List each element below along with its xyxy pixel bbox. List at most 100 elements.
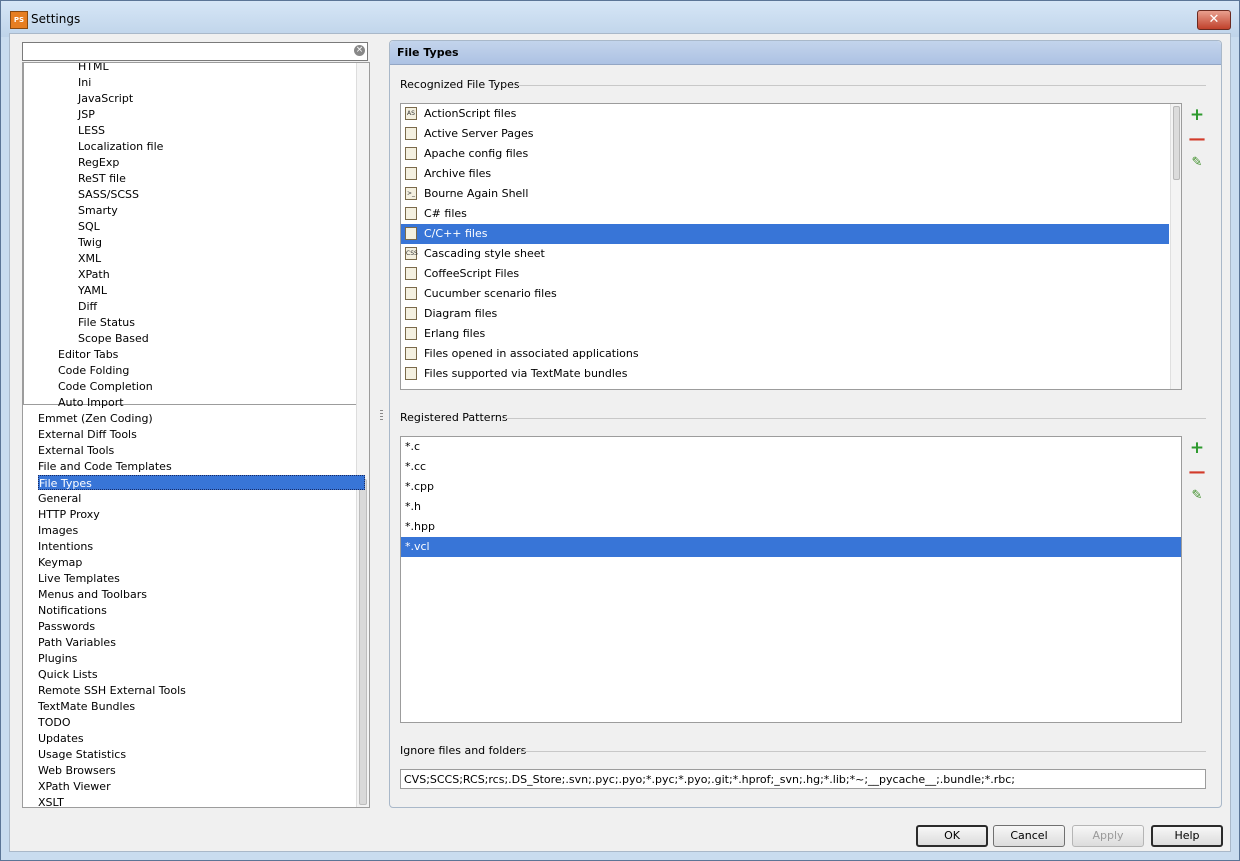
tree-item[interactable]: XSLT — [38, 795, 64, 807]
settings-tree[interactable]: HTML Ini JavaScript JSP LESS Localization fil… — [22, 62, 370, 808]
help-button[interactable]: Help — [1151, 825, 1223, 847]
diagram-icon — [405, 307, 417, 320]
tree-item[interactable]: YAML — [78, 283, 107, 298]
coffeescript-icon — [405, 267, 417, 280]
pattern-row[interactable]: *.h — [401, 497, 1181, 517]
edit-pattern-button[interactable]: ✎ — [1184, 486, 1210, 506]
tree-item[interactable]: Twig — [78, 235, 102, 250]
file-type-row-selected[interactable]: C/C++ files — [401, 224, 1169, 244]
file-type-row[interactable]: >_ Bourne Again Shell — [401, 184, 1169, 204]
tree-item[interactable]: Auto Import — [58, 395, 124, 410]
file-types-scrollbar[interactable] — [1170, 104, 1181, 389]
tree-item[interactable]: File Status — [78, 315, 135, 330]
tree-item[interactable]: Remote SSH External Tools — [38, 683, 186, 698]
tree-item[interactable]: HTML — [78, 63, 109, 74]
tree-item[interactable]: Menus and Toolbars — [38, 587, 147, 602]
file-type-row[interactable]: CSS Cascading style sheet — [401, 244, 1169, 264]
ok-button[interactable]: OK — [916, 825, 988, 847]
pattern-row[interactable]: *.hpp — [401, 517, 1181, 537]
dialog-body: × HTML Ini JavaScript JSP LESS Localization f… — [9, 33, 1231, 852]
tree-item[interactable]: Path Variables — [38, 635, 116, 650]
tree-item[interactable]: General — [38, 491, 81, 506]
tree-item[interactable]: Images — [38, 523, 78, 538]
tree-item[interactable]: TextMate Bundles — [38, 699, 135, 714]
remove-pattern-button[interactable]: — — [1184, 462, 1210, 482]
title-bar[interactable]: PS Settings ✕ — [1, 1, 1239, 37]
edit-file-type-button[interactable]: ✎ — [1184, 153, 1210, 173]
clear-search-icon[interactable]: × — [354, 45, 365, 56]
ignore-files-input[interactable]: CVS;SCCS;RCS;rcs;.DS_Store;.svn;.pyc;.py… — [400, 769, 1206, 789]
file-type-row[interactable]: Files opened in associated applications — [401, 344, 1169, 364]
file-type-row[interactable]: AS ActionScript files — [401, 104, 1169, 124]
file-type-row[interactable]: C# files — [401, 204, 1169, 224]
tree-item[interactable]: External Tools — [38, 443, 114, 458]
tree-item[interactable]: Code Folding — [58, 363, 129, 378]
tree-item[interactable]: Updates — [38, 731, 84, 746]
file-types-scrollbar-thumb[interactable] — [1173, 106, 1180, 180]
tree-item[interactable]: JSP — [78, 107, 95, 122]
tree-item[interactable]: Emmet (Zen Coding) — [38, 411, 153, 426]
recognized-file-types-label: Recognized File Types — [400, 78, 520, 91]
file-type-row[interactable]: Active Server Pages — [401, 124, 1169, 144]
close-button[interactable]: ✕ — [1197, 10, 1231, 30]
file-type-row[interactable]: Files supported via TextMate bundles — [401, 364, 1169, 384]
tree-item[interactable]: SQL — [78, 219, 100, 234]
tree-item[interactable]: Passwords — [38, 619, 95, 634]
pattern-row[interactable]: *.cc — [401, 457, 1181, 477]
tree-item[interactable]: JavaScript — [78, 91, 133, 106]
search-input[interactable]: × — [22, 42, 368, 61]
pattern-row-selected[interactable]: *.vcl — [401, 537, 1181, 557]
tree-item[interactable]: LESS — [78, 123, 105, 138]
tree-item[interactable]: TODO — [38, 715, 71, 730]
tree-item[interactable]: Plugins — [38, 651, 77, 666]
tree-item[interactable]: Localization file — [78, 139, 163, 154]
tree-item[interactable]: Diff — [78, 299, 97, 314]
file-type-row[interactable]: Archive files — [401, 164, 1169, 184]
tree-item[interactable]: Code Completion — [58, 379, 153, 394]
add-pattern-button[interactable]: + — [1184, 438, 1210, 458]
tree-item[interactable]: SASS/SCSS — [78, 187, 139, 202]
tree-item[interactable]: Keymap — [38, 555, 82, 570]
tree-item[interactable]: XPath Viewer — [38, 779, 111, 794]
file-type-row[interactable]: CoffeeScript Files — [401, 264, 1169, 284]
tree-item[interactable]: XPath — [78, 267, 110, 282]
tree-item[interactable]: Intentions — [38, 539, 93, 554]
pattern-row[interactable]: *.cpp — [401, 477, 1181, 497]
pattern-row[interactable]: *.c — [401, 437, 1181, 457]
tree-item[interactable]: Ini — [78, 75, 91, 90]
apache-icon — [405, 147, 417, 160]
file-type-label: Files opened in associated applications — [424, 347, 639, 360]
splitter-handle[interactable] — [380, 410, 384, 424]
tree-item[interactable]: Smarty — [78, 203, 118, 218]
file-type-row[interactable]: Cucumber scenario files — [401, 284, 1169, 304]
tree-item[interactable]: HTTP Proxy — [38, 507, 100, 522]
file-type-label: Cucumber scenario files — [424, 287, 557, 300]
tree-item[interactable]: Quick Lists — [38, 667, 98, 682]
tree-item[interactable]: File and Code Templates — [38, 459, 172, 474]
cancel-button[interactable]: Cancel — [993, 825, 1065, 847]
add-file-type-button[interactable]: + — [1184, 105, 1210, 125]
tree-item[interactable]: Web Browsers — [38, 763, 116, 778]
tree-item[interactable]: External Diff Tools — [38, 427, 137, 442]
tree-scrollbar-thumb[interactable] — [359, 479, 367, 805]
remove-file-type-button[interactable]: — — [1184, 129, 1210, 149]
file-type-label: Active Server Pages — [424, 127, 534, 140]
apply-button[interactable]: Apply — [1072, 825, 1144, 847]
tree-item[interactable]: Usage Statistics — [38, 747, 126, 762]
tree-item[interactable]: Editor Tabs — [58, 347, 118, 362]
tree-item[interactable]: Scope Based — [78, 331, 149, 346]
tree-item-selected[interactable]: File Types — [38, 475, 365, 490]
file-type-row[interactable]: Erlang files — [401, 324, 1169, 344]
file-type-label: CoffeeScript Files — [424, 267, 520, 280]
file-types-list[interactable]: AS ActionScript files Active Server Pages A… — [400, 103, 1182, 390]
tree-item[interactable]: Notifications — [38, 603, 107, 618]
cpp-icon — [405, 227, 417, 240]
tree-item[interactable]: RegExp — [78, 155, 119, 170]
file-type-row[interactable]: Apache config files — [401, 144, 1169, 164]
tree-item[interactable]: ReST file — [78, 171, 126, 186]
file-type-row[interactable]: Diagram files — [401, 304, 1169, 324]
tree-item[interactable]: Live Templates — [38, 571, 120, 586]
tree-item[interactable]: XML — [78, 251, 101, 266]
tree-scrollbar[interactable] — [356, 63, 369, 807]
registered-patterns-list[interactable]: *.c *.cc *.cpp *.h *.hpp *.vcl — [400, 436, 1182, 723]
